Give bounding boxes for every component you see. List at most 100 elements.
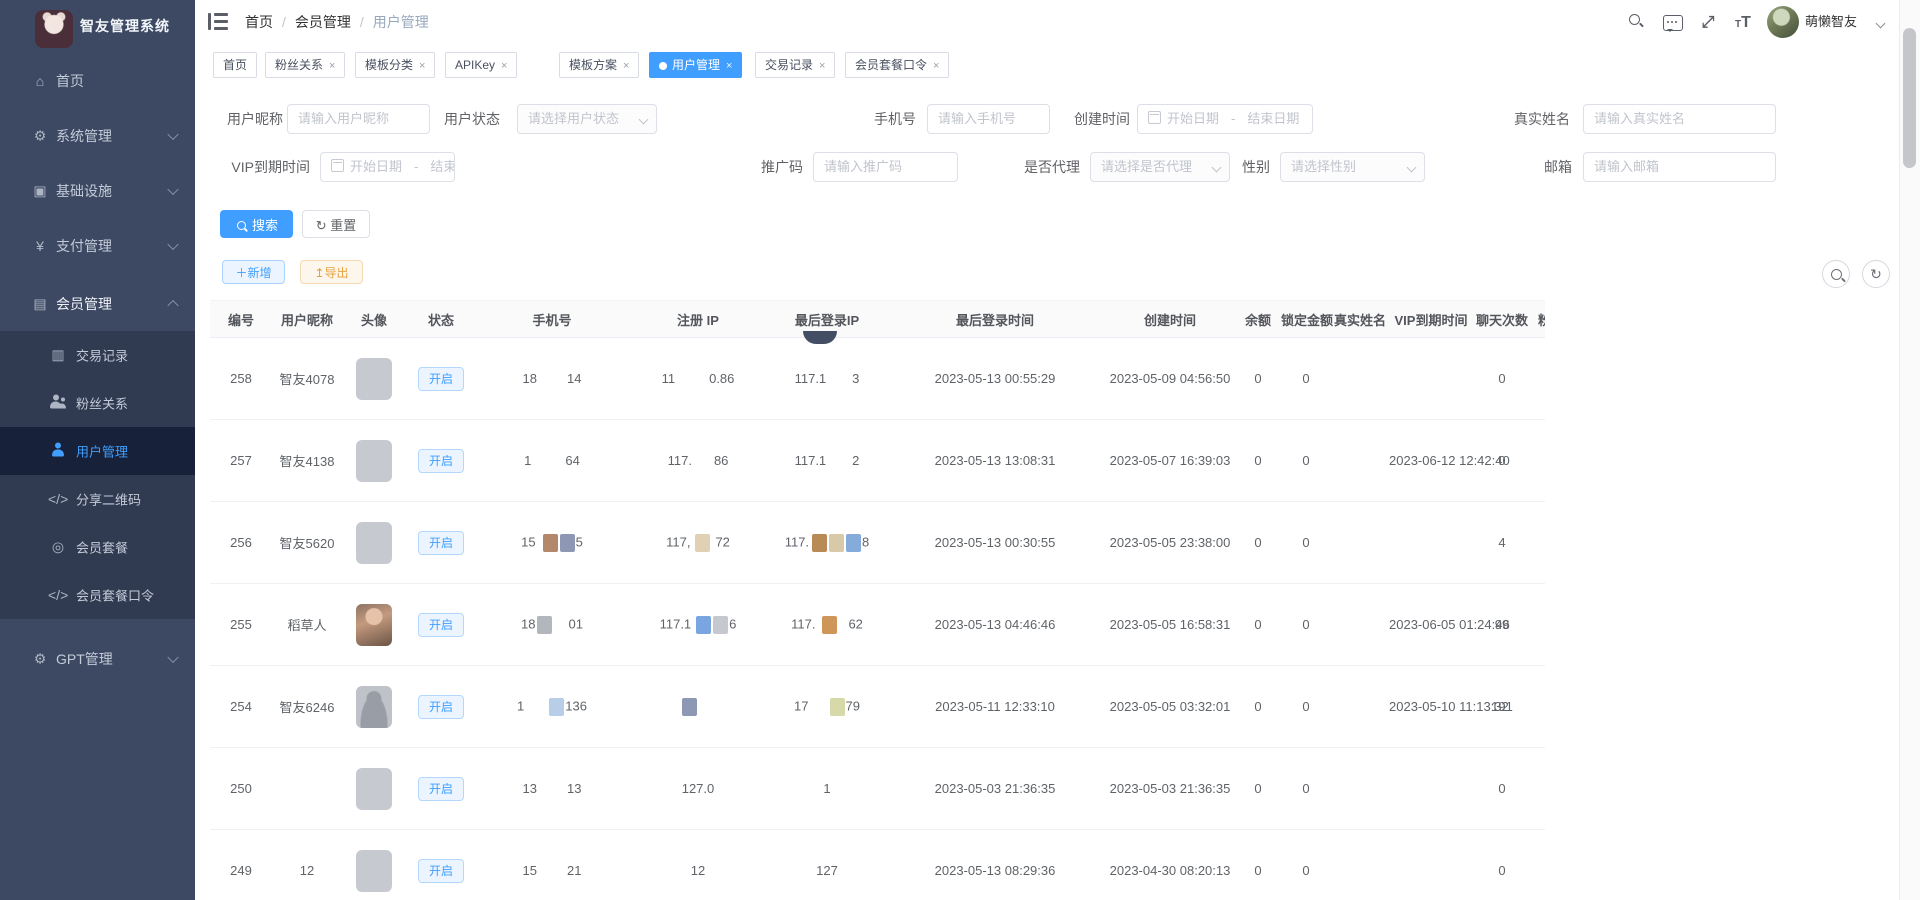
- tab-首页[interactable]: 首页: [213, 52, 257, 78]
- column-header: 用户昵称: [272, 301, 342, 338]
- sidebar-item-user-manage[interactable]: 用户管理: [0, 427, 195, 475]
- search-icon[interactable]: [1625, 12, 1647, 34]
- collapse-sidebar-icon[interactable]: [208, 13, 228, 30]
- tab-close-icon[interactable]: ×: [726, 60, 732, 72]
- tab-用户管理[interactable]: 用户管理×: [649, 52, 742, 78]
- sidebar-item-fans-relation[interactable]: 粉丝关系: [0, 379, 195, 427]
- column-header: 锁定金额: [1280, 301, 1332, 338]
- tab-会员套餐口令[interactable]: 会员套餐口令×: [845, 52, 949, 78]
- filter-label-promo-code: 推广码: [643, 152, 803, 182]
- sidebar-item-package-code[interactable]: </>会员套餐口令: [0, 571, 195, 619]
- sidebar-item-label: 分享二维码: [76, 490, 141, 509]
- yen-icon: ¥: [30, 238, 50, 254]
- sidebar-item-label: 交易记录: [76, 346, 128, 365]
- cell-real_name: [1332, 420, 1388, 502]
- filter-real-name-input[interactable]: 请输入真实姓名: [1583, 104, 1776, 134]
- filter-create-time-daterange[interactable]: 开始日期-结束日期: [1137, 104, 1313, 134]
- cell-nickname: 智友5620: [272, 502, 342, 584]
- tab-模板分类[interactable]: 模板分类×: [355, 52, 435, 78]
- sidebar-item-member[interactable]: ▤会员管理: [0, 276, 195, 331]
- column-header: 注册 IP: [628, 301, 768, 338]
- add-button[interactable]: ＋新增: [222, 260, 285, 284]
- message-icon[interactable]: [1662, 12, 1684, 34]
- user-avatar[interactable]: [1767, 6, 1799, 38]
- table-row: 258智友4078开启1814110.86117.132023-05-13 00…: [210, 338, 1545, 420]
- cell-reg_ip: 117.16: [628, 584, 768, 666]
- cell-id: 249: [210, 830, 272, 900]
- tab-close-icon[interactable]: ×: [933, 60, 939, 72]
- chevron-up-icon: [167, 299, 178, 310]
- cell-locked: 0: [1280, 420, 1332, 502]
- filter-email-input[interactable]: 请输入邮箱: [1583, 152, 1776, 182]
- censored-text: 5: [576, 534, 583, 549]
- app-logo-image: [35, 10, 73, 48]
- cell-nickname: 12: [272, 830, 342, 900]
- placeholder-text: 请输入邮箱: [1594, 159, 1659, 174]
- cell-last_login: 2023-05-11 12:33:10: [886, 666, 1104, 748]
- cell-status: 开启: [406, 748, 476, 830]
- reset-button[interactable]: ↻ 重置: [302, 210, 370, 238]
- tab-close-icon[interactable]: ×: [623, 60, 629, 72]
- tab-交易记录[interactable]: 交易记录×: [755, 52, 835, 78]
- censored-text: 6: [729, 616, 736, 631]
- tab-APIKey[interactable]: APIKey×: [445, 52, 517, 78]
- tab-close-icon[interactable]: ×: [819, 60, 825, 72]
- cell-reg_ip: 127.0: [628, 748, 768, 830]
- cell-status: 开启: [406, 420, 476, 502]
- sidebar-item-member-package[interactable]: ◎会员套餐: [0, 523, 195, 571]
- cell-reg_ip: [628, 666, 768, 748]
- tabs-bar: 首页 粉丝关系× 模板分类× APIKey× 模板方案× 用户管理× 交易记录× 会员套餐口令…: [195, 44, 1920, 89]
- table-row: 257智友4138开启164117.86117.122023-05-13 13:…: [210, 420, 1545, 502]
- sidebar-item-home[interactable]: ⌂首页: [0, 53, 195, 108]
- sidebar-item-payment[interactable]: ¥支付管理: [0, 218, 195, 273]
- filter-user-status-select[interactable]: 请选择用户状态: [517, 104, 657, 134]
- cell-fans: [1530, 584, 1545, 666]
- placeholder-text: 请输入推广码: [824, 159, 902, 174]
- tab-label: 首页: [223, 58, 247, 72]
- sidebar-item-gpt[interactable]: ⚙GPT管理: [0, 631, 195, 686]
- sidebar-item-share-qrcode[interactable]: </> 分享二维码: [0, 475, 195, 523]
- table-search-icon[interactable]: [1822, 260, 1850, 288]
- home-icon: ⌂: [30, 73, 50, 89]
- cell-locked: 0: [1280, 748, 1332, 830]
- sidebar-item-label: 会员套餐口令: [76, 586, 154, 605]
- censored-text: 117.: [791, 616, 815, 631]
- tab-close-icon[interactable]: ×: [419, 60, 425, 72]
- page-scrollbar-thumb[interactable]: [1903, 28, 1916, 168]
- user-name[interactable]: 萌懒智友: [1805, 0, 1857, 44]
- filter-vip-expire-daterange[interactable]: 开始日期-结束日期: [320, 152, 455, 182]
- breadcrumb-item: 用户管理: [373, 14, 429, 30]
- tab-粉丝关系[interactable]: 粉丝关系×: [265, 52, 345, 78]
- cell-last_ip: 117.13: [768, 338, 886, 420]
- search-button[interactable]: 搜索: [220, 210, 293, 238]
- cell-fans: [1530, 420, 1545, 502]
- status-badge: 开启: [418, 449, 464, 473]
- tab-close-icon[interactable]: ×: [501, 60, 507, 72]
- font-size-icon[interactable]: TT: [1732, 12, 1754, 34]
- page-scrollbar: [1899, 0, 1920, 900]
- cell-phone: 1801: [476, 584, 628, 666]
- cell-real_name: [1332, 748, 1388, 830]
- table-refresh-icon[interactable]: ↻: [1862, 260, 1890, 288]
- censor-mosaic: [543, 534, 558, 552]
- avatar: [356, 522, 392, 564]
- breadcrumb-item[interactable]: 首页: [245, 14, 273, 30]
- tab-模板方案[interactable]: 模板方案×: [559, 52, 639, 78]
- code-icon: </>: [48, 491, 68, 507]
- status-badge: 开启: [418, 613, 464, 637]
- censored-text: 117.1: [795, 453, 827, 468]
- sidebar-item-trade-records[interactable]: ▥交易记录: [0, 331, 195, 379]
- tab-close-icon[interactable]: ×: [329, 60, 335, 72]
- filter-label-phone: 手机号: [756, 104, 916, 134]
- user-menu-caret-icon[interactable]: [1876, 19, 1886, 29]
- cell-last_login: 2023-05-13 04:46:46: [886, 584, 1104, 666]
- filter-gender-select[interactable]: 请选择性别: [1280, 152, 1425, 182]
- fullscreen-icon[interactable]: ⤢: [1697, 12, 1719, 34]
- censored-text: 01: [569, 616, 583, 631]
- censor-mosaic: [695, 534, 710, 552]
- export-button[interactable]: ↥导出: [300, 260, 363, 284]
- cell-created: 2023-05-05 03:32:01: [1104, 666, 1236, 748]
- breadcrumb-item[interactable]: 会员管理: [295, 14, 351, 30]
- table-row: 254智友6246开启113617792023-05-11 12:33:1020…: [210, 666, 1545, 748]
- cell-status: 开启: [406, 666, 476, 748]
